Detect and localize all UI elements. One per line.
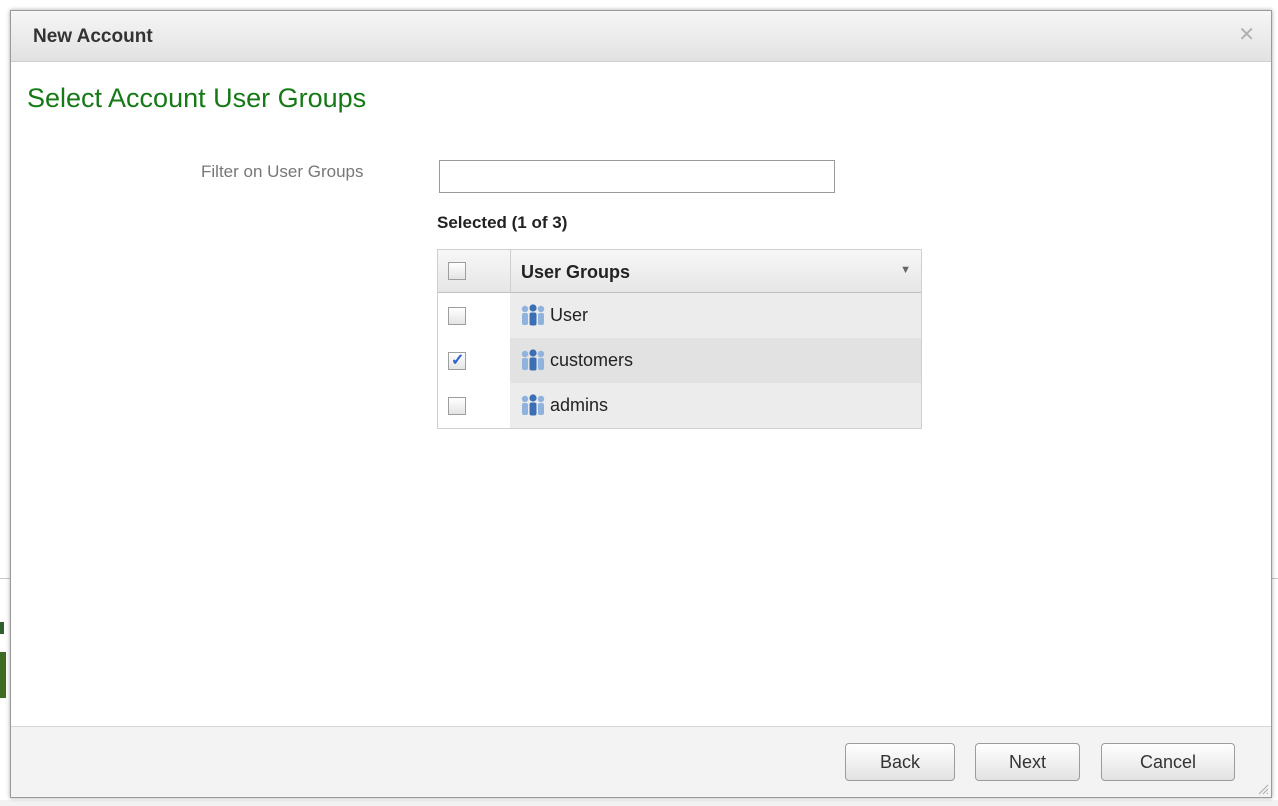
select-all-checkbox[interactable] xyxy=(448,262,466,280)
user-group-icon xyxy=(521,304,545,326)
table-row[interactable]: User xyxy=(438,293,921,338)
user-group-icon xyxy=(521,394,545,416)
close-icon[interactable]: ✕ xyxy=(1238,25,1255,45)
cancel-button[interactable]: Cancel xyxy=(1101,743,1235,781)
row-checkbox[interactable] xyxy=(448,307,466,325)
filter-user-groups-input[interactable] xyxy=(439,160,835,193)
sort-desc-icon[interactable]: ▼ xyxy=(900,264,911,276)
page-title: Select Account User Groups xyxy=(27,83,367,113)
group-name: User xyxy=(550,305,589,325)
row-name-cell: User xyxy=(510,293,921,338)
background-fragment xyxy=(0,622,4,634)
resize-grip-icon[interactable] xyxy=(1257,783,1269,795)
row-name-cell: customers xyxy=(510,338,921,383)
header-check-cell xyxy=(438,250,511,292)
row-check-cell xyxy=(438,383,510,428)
row-checkbox[interactable]: ✓ xyxy=(448,352,466,370)
background-fragment xyxy=(0,652,6,698)
row-name-cell: admins xyxy=(510,383,921,428)
checkmark-icon: ✓ xyxy=(451,352,465,369)
new-account-dialog: New Account ✕ Select Account User Groups… xyxy=(10,10,1272,798)
row-check-cell: ✓ xyxy=(438,338,510,383)
column-header-label: User Groups xyxy=(521,262,631,282)
dialog-titlebar[interactable]: New Account ✕ xyxy=(11,11,1271,62)
dialog-footer: Back Next Cancel xyxy=(11,726,1271,797)
group-name: customers xyxy=(550,350,634,370)
selected-count: Selected (1 of 3) xyxy=(437,213,568,232)
table-row[interactable]: ✓ customers xyxy=(438,338,921,383)
dialog-title: New Account xyxy=(33,26,153,47)
table-row[interactable]: admins xyxy=(438,383,921,428)
row-checkbox[interactable] xyxy=(448,397,466,415)
user-groups-grid: User Groups ▼ User ✓ customers admins xyxy=(437,249,922,429)
column-header-user-groups[interactable]: User Groups ▼ xyxy=(511,250,921,292)
group-name: admins xyxy=(550,395,609,415)
next-button[interactable]: Next xyxy=(975,743,1080,781)
grid-header: User Groups ▼ xyxy=(438,250,921,293)
user-group-icon xyxy=(521,349,545,371)
row-check-cell xyxy=(438,293,510,338)
background-fragment xyxy=(0,800,1278,806)
back-button[interactable]: Back xyxy=(845,743,955,781)
filter-label: Filter on User Groups xyxy=(201,162,364,181)
